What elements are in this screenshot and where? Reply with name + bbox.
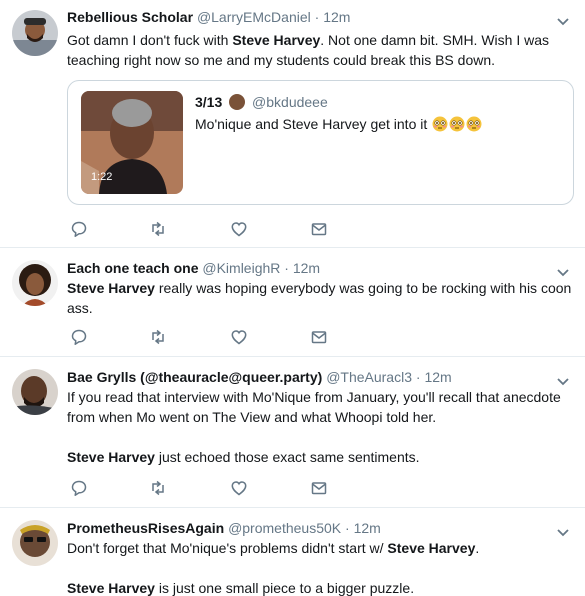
reply-icon[interactable] <box>70 220 88 238</box>
avatar[interactable] <box>12 520 58 566</box>
timeline-feed: Rebellious Scholar @LarryEMcDaniel · 12m… <box>0 0 585 596</box>
tweet-header: PrometheusRisesAgain @prometheus50K · 12… <box>67 520 381 536</box>
tweet-header: Bae Grylls (@theauracle@queer.party) @Th… <box>67 369 452 385</box>
tweet-text: If you read that interview with Mo'Nique… <box>67 389 561 465</box>
author-name[interactable]: Rebellious Scholar <box>67 9 193 25</box>
avatar[interactable] <box>12 260 58 306</box>
caret-down-icon[interactable] <box>556 14 570 26</box>
dm-icon[interactable] <box>310 220 328 238</box>
caret-down-icon[interactable] <box>556 374 570 386</box>
dm-icon[interactable] <box>310 328 328 346</box>
timestamp[interactable]: 12m <box>293 260 320 276</box>
tweet[interactable]: Bae Grylls (@theauracle@queer.party) @Th… <box>0 357 585 508</box>
caret-down-icon[interactable] <box>556 525 570 537</box>
quoted-text: Mo'nique and Steve Harvey get into it <box>195 114 482 134</box>
author-name[interactable]: Each one teach one <box>67 260 198 276</box>
timestamp[interactable]: 12m <box>424 369 451 385</box>
timestamp[interactable]: 12m <box>323 9 350 25</box>
timestamp[interactable]: 12m <box>354 520 381 536</box>
tweet-text: Got damn I don't fuck with Steve Harvey.… <box>67 32 550 68</box>
dm-icon[interactable] <box>310 479 328 497</box>
tweet[interactable]: PrometheusRisesAgain @prometheus50K · 12… <box>0 508 585 596</box>
avatar[interactable] <box>12 369 58 415</box>
tweet[interactable]: Each one teach one @KimleighR · 12m Stev… <box>0 248 585 357</box>
flushed-face-emoji <box>432 116 448 132</box>
quoted-header: 3/13 @bkdudeee <box>195 94 328 110</box>
tweet-text: Steve Harvey really was hoping everybody… <box>67 280 572 316</box>
retweet-icon[interactable] <box>149 328 167 346</box>
separator-dot: · <box>415 369 421 385</box>
like-icon[interactable] <box>230 220 248 238</box>
tweet-header: Each one teach one @KimleighR · 12m <box>67 260 320 276</box>
separator-dot: · <box>345 520 350 536</box>
flushed-face-emoji <box>466 116 482 132</box>
quoted-author-name[interactable]: 3/13 <box>195 94 222 110</box>
flushed-face-emoji <box>449 116 465 132</box>
author-name[interactable]: PrometheusRisesAgain <box>67 520 224 536</box>
reply-icon[interactable] <box>70 479 88 497</box>
separator-dot: · <box>284 260 289 276</box>
caret-down-icon[interactable] <box>556 265 570 277</box>
author-handle[interactable]: @TheAuracl3 <box>326 369 412 385</box>
author-name[interactable]: Bae Grylls (@theauracle@queer.party) <box>67 369 322 385</box>
author-handle[interactable]: @LarryEMcDaniel <box>197 9 311 25</box>
retweet-icon[interactable] <box>149 479 167 497</box>
tweet-text: Don't forget that Mo'nique's problems di… <box>67 540 480 596</box>
quoted-author-handle[interactable]: @bkdudeee <box>252 94 328 110</box>
separator-dot: · <box>314 9 320 25</box>
reply-icon[interactable] <box>70 328 88 346</box>
quoted-tweet[interactable]: 1:22 3/13 @bkdudeee Mo'nique and Steve H… <box>67 80 574 205</box>
video-thumbnail[interactable]: 1:22 <box>81 91 183 194</box>
tweet-header: Rebellious Scholar @LarryEMcDaniel · 12m <box>67 9 350 25</box>
avatar[interactable] <box>12 10 58 56</box>
quoted-avatar-icon <box>229 94 246 110</box>
like-icon[interactable] <box>230 479 248 497</box>
author-handle[interactable]: @prometheus50K <box>228 520 341 536</box>
like-icon[interactable] <box>230 328 248 346</box>
tweet[interactable]: Rebellious Scholar @LarryEMcDaniel · 12m… <box>0 0 585 248</box>
author-handle[interactable]: @KimleighR <box>202 260 280 276</box>
retweet-icon[interactable] <box>149 220 167 238</box>
video-duration: 1:22 <box>91 171 113 183</box>
